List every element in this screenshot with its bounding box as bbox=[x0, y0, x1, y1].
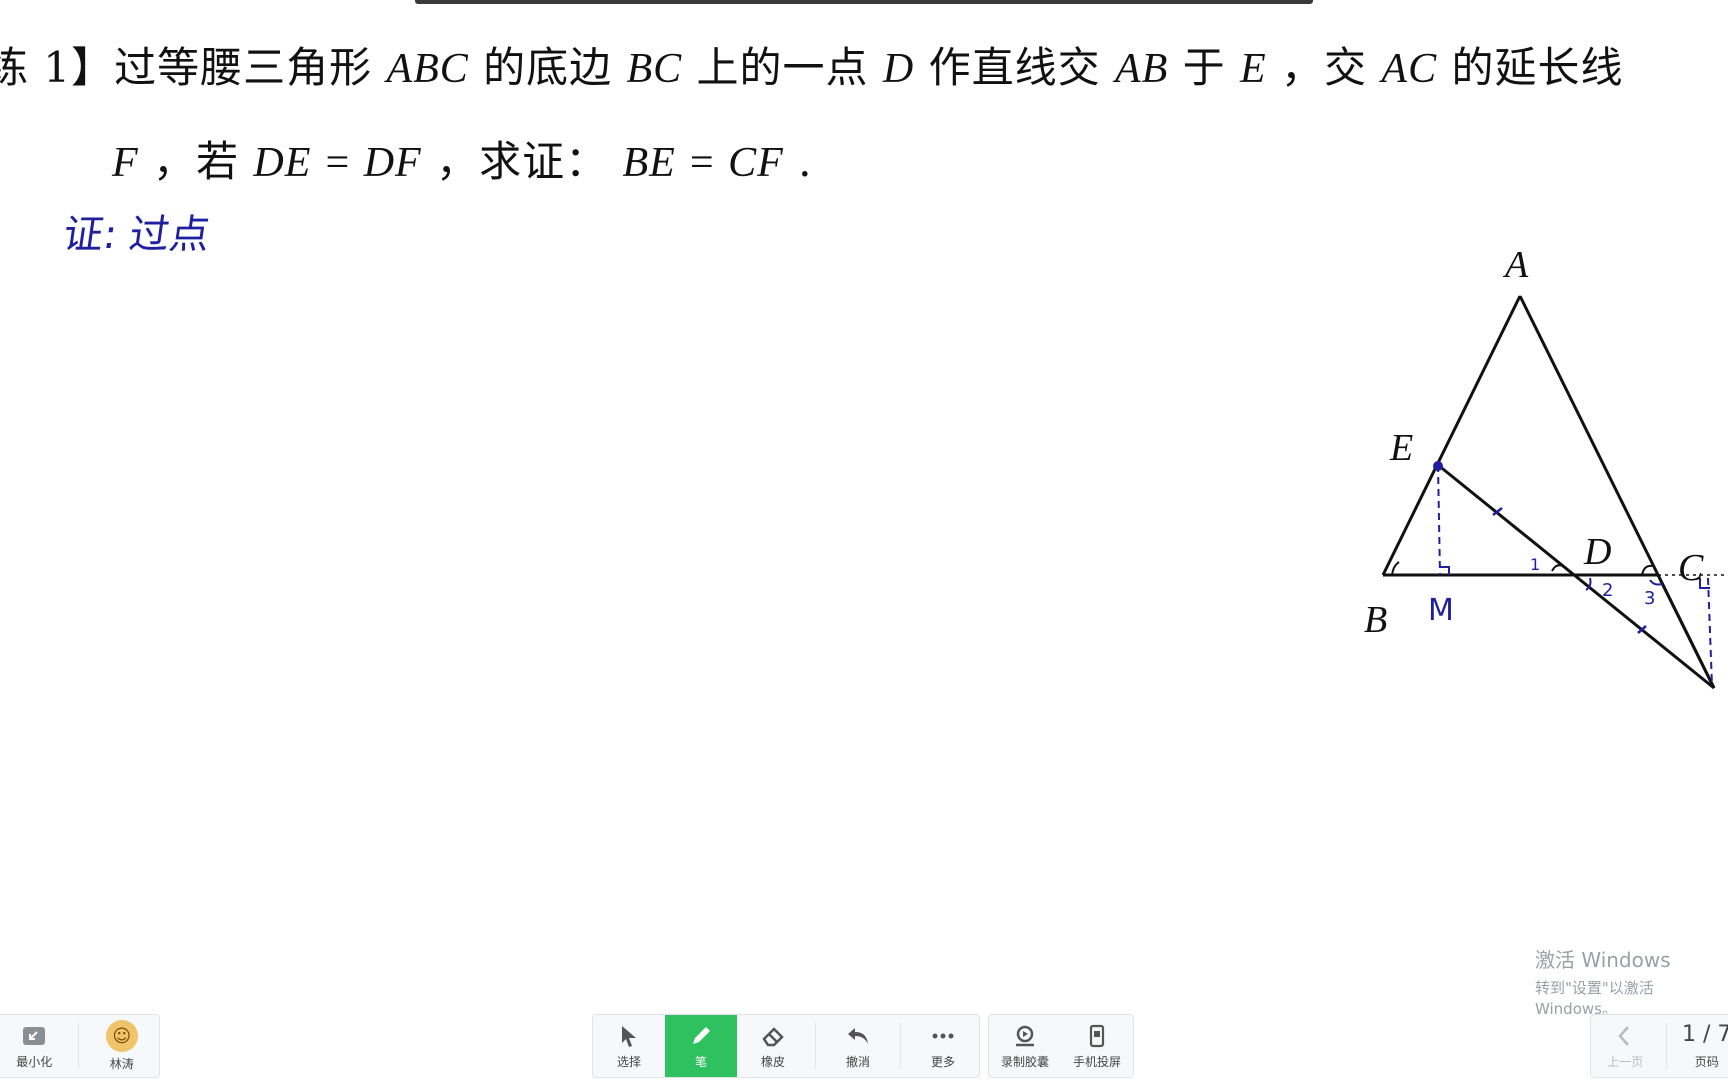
eraser-icon bbox=[762, 1026, 784, 1046]
page-navigation: 上一页 1 / 7 页码 bbox=[1590, 1014, 1728, 1078]
record-icon bbox=[1016, 1025, 1034, 1046]
prev-page-button[interactable]: 上一页 bbox=[1591, 1015, 1660, 1077]
avatar: ☺ bbox=[105, 1020, 138, 1052]
toolbar-divider bbox=[900, 1023, 901, 1069]
windows-activation-watermark: 激活 Windows 转到"设置"以激活 Windows。 bbox=[1535, 948, 1671, 1018]
drawing-toolbar: 选择 笔 橡皮 撤消 更多 bbox=[592, 1014, 980, 1078]
record-capsule-button[interactable]: 录制胶囊 bbox=[989, 1015, 1061, 1077]
pen-icon bbox=[693, 1026, 710, 1044]
pen-tool-button[interactable]: 笔 bbox=[665, 1015, 737, 1077]
perpendicular-fn bbox=[1707, 577, 1713, 687]
label-a: A bbox=[1502, 244, 1529, 286]
undo-icon bbox=[848, 1027, 868, 1044]
more-icon bbox=[932, 1033, 954, 1038]
phone-cast-button[interactable]: 手机投屏 bbox=[1061, 1015, 1133, 1077]
geometry-diagram: A E B D C M 1 2 3 bbox=[1364, 244, 1728, 690]
angle-mark-d1 bbox=[1551, 564, 1564, 572]
page-indicator: 1 / 7 bbox=[1682, 1022, 1728, 1047]
phone-cast-icon bbox=[1089, 1024, 1105, 1047]
line-cf bbox=[1656, 574, 1716, 689]
label-c: C bbox=[1678, 547, 1704, 589]
more-button[interactable]: 更多 bbox=[907, 1015, 979, 1077]
label-d: D bbox=[1583, 531, 1611, 573]
label-angle-3: 3 bbox=[1644, 588, 1655, 609]
label-angle-2: 2 bbox=[1602, 580, 1613, 601]
label-e: E bbox=[1389, 427, 1413, 469]
perpendicular-em bbox=[1437, 464, 1441, 576]
select-tool-button[interactable]: 选择 bbox=[593, 1015, 665, 1077]
minimize-button[interactable]: 最小化 bbox=[0, 1015, 72, 1077]
undo-button[interactable]: 撤消 bbox=[822, 1015, 894, 1077]
left-toolbar: 最小化 ☺ 林涛 bbox=[0, 1014, 160, 1078]
eraser-tool-button[interactable]: 橡皮 bbox=[737, 1015, 809, 1077]
angle-mark-b bbox=[1391, 561, 1400, 576]
label-angle-1: 1 bbox=[1530, 555, 1540, 574]
point-e-dot bbox=[1433, 461, 1443, 471]
toolbar-divider bbox=[815, 1023, 816, 1069]
minimize-icon bbox=[23, 1026, 46, 1045]
toolbar-divider bbox=[1665, 1023, 1667, 1069]
page-number-button[interactable]: 1 / 7 页码 bbox=[1672, 1015, 1728, 1077]
label-b: B bbox=[1364, 599, 1387, 641]
extra-toolbar: 录制胶囊 手机投屏 bbox=[988, 1014, 1134, 1078]
cursor-icon bbox=[622, 1025, 636, 1047]
user-avatar-button[interactable]: ☺ 林涛 bbox=[84, 1015, 159, 1077]
label-m: M bbox=[1428, 593, 1454, 628]
chevron-left-icon bbox=[1618, 1025, 1630, 1046]
toolbar-divider bbox=[77, 1023, 79, 1069]
